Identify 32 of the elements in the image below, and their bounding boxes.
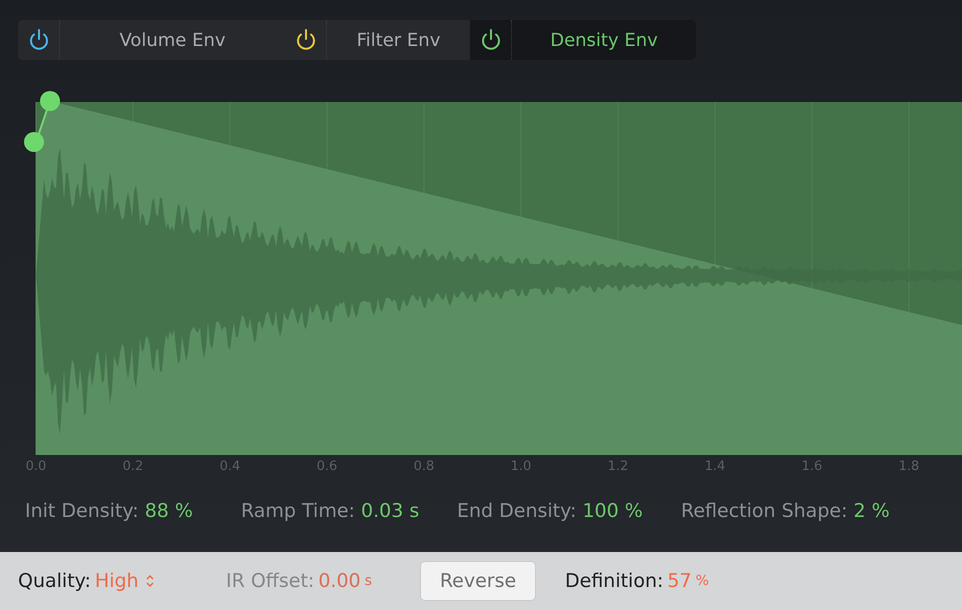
parameter-value[interactable]: 88 % xyxy=(144,500,193,522)
axis-label: 1.0 xyxy=(510,459,532,474)
reverse-button[interactable]: Reverse xyxy=(420,561,536,601)
field-label: IR Offset: xyxy=(226,568,314,594)
axis-label: 0.2 xyxy=(122,459,144,474)
axis-label: 0.6 xyxy=(316,459,338,474)
envelope-tab[interactable]: Density Env xyxy=(470,20,696,60)
parameter-label: Reflection Shape: xyxy=(681,500,848,522)
field-label: Definition: xyxy=(565,568,664,594)
parameter-label: Ramp Time: xyxy=(241,500,355,522)
envelope-tab[interactable]: Volume Env xyxy=(18,20,285,60)
axis-label: 1.6 xyxy=(802,459,822,474)
parameter-label: End Density: xyxy=(457,500,576,522)
unit-label: s xyxy=(364,572,372,590)
axis-label: 0.0 xyxy=(26,459,46,474)
envelope-handle[interactable] xyxy=(24,132,44,152)
envelope-tab[interactable]: Filter Env xyxy=(285,20,470,60)
axis-label: 0.4 xyxy=(220,459,240,474)
envelope-handle[interactable] xyxy=(40,91,60,111)
axis-label: 1.4 xyxy=(704,459,726,474)
field-label: Quality: xyxy=(18,568,91,594)
parameter-value[interactable]: 2 % xyxy=(854,500,890,522)
parameter-value[interactable]: 0.03 s xyxy=(360,500,420,522)
parameter-label: Init Density: xyxy=(25,500,139,522)
unit-label: % xyxy=(696,572,709,590)
axis-label: 1.8 xyxy=(898,459,920,474)
axis-label: 0.8 xyxy=(414,459,434,474)
power-icon[interactable] xyxy=(480,28,502,52)
power-icon[interactable] xyxy=(28,28,50,52)
axis-label: 1.2 xyxy=(608,459,628,474)
parameter-value[interactable]: 100 % xyxy=(582,500,643,522)
power-icon[interactable] xyxy=(294,28,316,52)
